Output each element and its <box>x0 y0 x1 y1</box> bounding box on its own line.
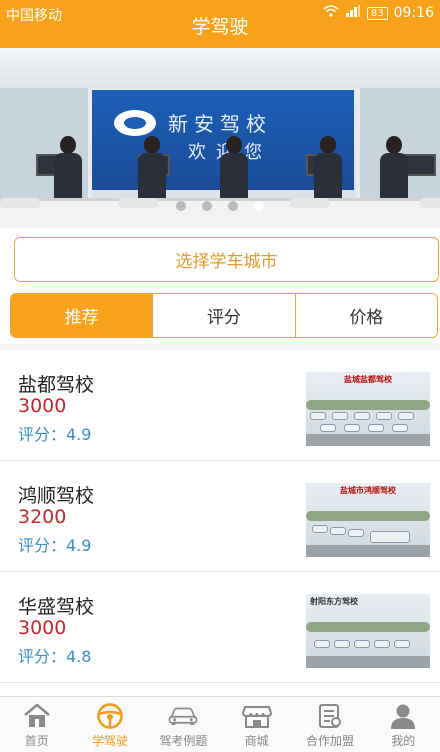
school-logo <box>114 110 156 136</box>
nav-label: 我的 <box>391 734 416 748</box>
home-icon <box>22 702 52 730</box>
school-thumbnail: 盐城盐都驾校 <box>306 372 430 446</box>
school-name: 鸿顺驾校 <box>18 485 95 507</box>
clock: 09:16 <box>393 5 434 21</box>
nav-label: 学驾驶 <box>91 734 128 748</box>
banner-stool <box>0 198 40 208</box>
user-icon <box>388 702 418 730</box>
school-item[interactable]: 鸿顺驾校 3200 评分：4.9 盐城市鸿顺驾校 <box>0 461 440 572</box>
banner-person <box>314 136 342 200</box>
nav-exam-questions[interactable]: 驾考例题 <box>147 697 220 752</box>
sort-tabs: 推荐 评分 价格 <box>10 293 438 338</box>
banner-person <box>54 136 82 200</box>
banner-ceiling <box>0 48 440 88</box>
signal-icon <box>345 5 361 21</box>
steering-wheel-icon <box>95 702 125 730</box>
school-rating: 评分：4.9 <box>18 425 92 444</box>
banner-person <box>220 136 248 200</box>
carousel-dot-active[interactable] <box>254 201 264 211</box>
document-icon <box>315 702 345 730</box>
status-bar: 中国移动 83 09:16 <box>0 0 440 28</box>
thumbnail-caption: 盐城盐都驾校 <box>344 375 392 384</box>
school-rating: 评分：4.9 <box>18 536 92 555</box>
school-name: 盐都驾校 <box>18 374 95 396</box>
banner-sign-line1: 新安驾校 <box>168 112 272 136</box>
thumbnail-caption: 盐城市鸿顺驾校 <box>340 486 396 495</box>
carrier-name: 中国移动 <box>6 8 62 24</box>
carousel-indicator <box>176 201 264 211</box>
school-price: 3000 <box>18 617 67 639</box>
school-rating: 评分：4.8 <box>18 647 92 666</box>
nav-partnership[interactable]: 合作加盟 <box>293 697 366 752</box>
school-item[interactable]: 华盛驾校 3000 评分：4.8 射阳东方驾校 <box>0 572 440 683</box>
banner-stool <box>118 198 158 208</box>
nav-home[interactable]: 首页 <box>0 697 73 752</box>
tab-price[interactable]: 价格 <box>294 294 437 337</box>
school-list: 盐都驾校 3000 评分：4.9 盐城盐都驾校 鸿顺驾校 3200 评分：4.9… <box>0 350 440 683</box>
nav-profile[interactable]: 我的 <box>367 697 440 752</box>
carousel-dot[interactable] <box>202 201 212 211</box>
school-name: 华盛驾校 <box>18 596 95 618</box>
select-city-button[interactable]: 选择学车城市 <box>14 237 439 282</box>
banner-stool <box>290 198 330 208</box>
carousel-dot[interactable] <box>228 201 238 211</box>
nav-label: 合作加盟 <box>305 734 354 748</box>
school-price: 3000 <box>18 395 67 417</box>
car-icon <box>168 702 198 730</box>
banner-person <box>380 136 408 200</box>
nav-label: 首页 <box>24 734 49 748</box>
nav-mall[interactable]: 商城 <box>220 697 293 752</box>
school-thumbnail: 射阳东方驾校 <box>306 594 430 668</box>
bottom-nav: 首页 学驾驶 驾考例题 商城 合作加盟 我的 <box>0 696 440 752</box>
thumbnail-caption: 射阳东方驾校 <box>310 597 358 606</box>
tab-rating[interactable]: 评分 <box>152 294 295 337</box>
store-icon <box>241 702 272 730</box>
nav-learn-driving[interactable]: 学驾驶 <box>73 697 146 752</box>
tab-recommended[interactable]: 推荐 <box>11 294 153 337</box>
nav-label: 驾考例题 <box>159 734 208 748</box>
battery-icon: 83 <box>366 6 388 20</box>
status-icons: 83 09:16 <box>323 5 434 21</box>
school-price: 3200 <box>18 506 67 528</box>
banner-stool <box>420 198 440 208</box>
wifi-icon <box>323 5 339 21</box>
carousel-dot[interactable] <box>176 201 186 211</box>
school-item[interactable]: 盐都驾校 3000 评分：4.9 盐城盐都驾校 <box>0 350 440 461</box>
school-thumbnail: 盐城市鸿顺驾校 <box>306 483 430 557</box>
banner-person <box>138 136 166 200</box>
banner-monitor <box>404 154 436 176</box>
nav-label: 商城 <box>244 734 269 748</box>
